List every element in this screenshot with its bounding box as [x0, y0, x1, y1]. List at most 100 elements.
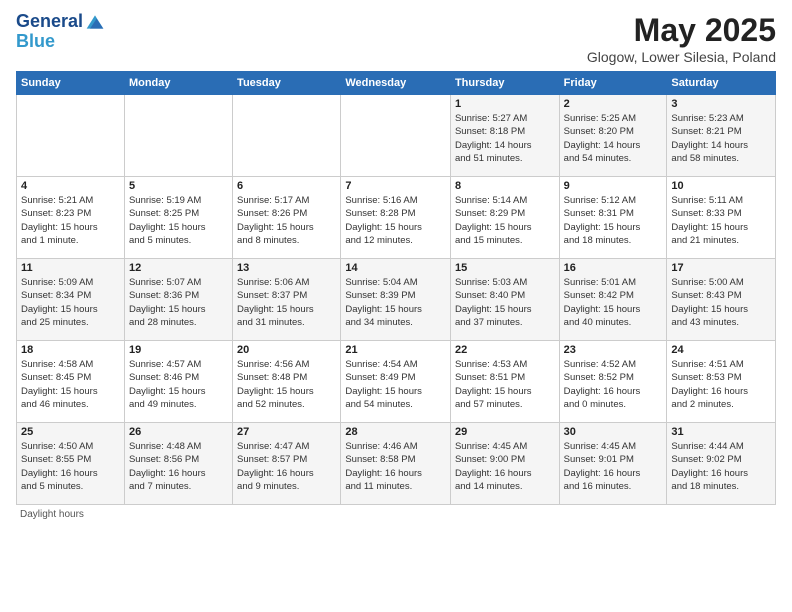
day-number: 19 [129, 344, 228, 356]
day-info: Sunrise: 5:04 AMSunset: 8:39 PMDaylight:… [345, 276, 446, 329]
day-cell [233, 95, 341, 177]
day-number: 2 [564, 98, 663, 110]
day-number: 18 [21, 344, 120, 356]
day-info: Sunrise: 5:07 AMSunset: 8:36 PMDaylight:… [129, 276, 228, 329]
week-row-4: 18Sunrise: 4:58 AMSunset: 8:45 PMDayligh… [17, 341, 776, 423]
day-cell: 2 Sunrise: 5:25 AMSunset: 8:20 PMDaylight… [559, 95, 667, 177]
day-number: 31 [671, 426, 771, 438]
day-cell: 26 Sunrise: 4:48 AMSunset: 8:56 PMDayligh… [124, 423, 232, 505]
logo-blue-text: Blue [16, 32, 105, 52]
day-info: Sunrise: 4:56 AMSunset: 8:48 PMDaylight:… [237, 358, 336, 411]
day-info: Sunrise: 5:21 AMSunset: 8:23 PMDaylight:… [21, 194, 120, 247]
day-cell: 13 Sunrise: 5:06 AMSunset: 8:37 PMDayligh… [233, 259, 341, 341]
day-cell: 16Sunrise: 5:01 AMSunset: 8:42 PMDayligh… [559, 259, 667, 341]
title-block: May 2025 Glogow, Lower Silesia, Poland [587, 12, 776, 65]
day-info: Sunrise: 4:57 AMSunset: 8:46 PMDaylight:… [129, 358, 228, 411]
day-cell: 18Sunrise: 4:58 AMSunset: 8:45 PMDayligh… [17, 341, 125, 423]
day-number: 25 [21, 426, 120, 438]
day-info: Sunrise: 5:12 AMSunset: 8:31 PMDaylight:… [564, 194, 663, 247]
day-cell: 31 Sunrise: 4:44 AMSunset: 9:02 PMDayligh… [667, 423, 776, 505]
calendar-title: May 2025 [587, 12, 776, 49]
day-cell [341, 95, 451, 177]
week-row-3: 11Sunrise: 5:09 AMSunset: 8:34 PMDayligh… [17, 259, 776, 341]
day-info: Sunrise: 4:51 AMSunset: 8:53 PMDaylight:… [671, 358, 771, 411]
day-cell: 21Sunrise: 4:54 AMSunset: 8:49 PMDayligh… [341, 341, 451, 423]
day-info: Sunrise: 5:25 AMSunset: 8:20 PMDaylight:… [564, 112, 663, 165]
day-info: Sunrise: 4:50 AMSunset: 8:55 PMDaylight:… [21, 440, 120, 493]
day-cell: 14Sunrise: 5:04 AMSunset: 8:39 PMDayligh… [341, 259, 451, 341]
day-cell: 30 Sunrise: 4:45 AMSunset: 9:01 PMDayligh… [559, 423, 667, 505]
day-cell: 11Sunrise: 5:09 AMSunset: 8:34 PMDayligh… [17, 259, 125, 341]
col-header-monday: Monday [124, 72, 232, 95]
day-number: 30 [564, 426, 663, 438]
logo: General Blue [16, 12, 105, 52]
day-number: 13 [237, 262, 336, 274]
day-info: Sunrise: 5:11 AMSunset: 8:33 PMDaylight:… [671, 194, 771, 247]
day-info: Sunrise: 5:00 AMSunset: 8:43 PMDaylight:… [671, 276, 771, 329]
day-info: Sunrise: 5:06 AMSunset: 8:37 PMDaylight:… [237, 276, 336, 329]
calendar-header-row: SundayMondayTuesdayWednesdayThursdayFrid… [17, 72, 776, 95]
col-header-sunday: Sunday [17, 72, 125, 95]
day-number: 28 [345, 426, 446, 438]
day-info: Sunrise: 5:09 AMSunset: 8:34 PMDaylight:… [21, 276, 120, 329]
day-number: 12 [129, 262, 228, 274]
day-info: Sunrise: 4:48 AMSunset: 8:56 PMDaylight:… [129, 440, 228, 493]
day-cell: 25 Sunrise: 4:50 AMSunset: 8:55 PMDayligh… [17, 423, 125, 505]
day-cell: 1Sunrise: 5:27 AMSunset: 8:18 PMDaylight… [450, 95, 559, 177]
day-cell: 7 Sunrise: 5:16 AMSunset: 8:28 PMDaylight… [341, 177, 451, 259]
day-cell: 24 Sunrise: 4:51 AMSunset: 8:53 PMDayligh… [667, 341, 776, 423]
day-number: 16 [564, 262, 663, 274]
day-info: Sunrise: 4:45 AMSunset: 9:01 PMDaylight:… [564, 440, 663, 493]
day-number: 7 [345, 180, 446, 192]
day-cell: 9Sunrise: 5:12 AMSunset: 8:31 PMDaylight… [559, 177, 667, 259]
day-number: 8 [455, 180, 555, 192]
calendar-subtitle: Glogow, Lower Silesia, Poland [587, 49, 776, 65]
day-number: 5 [129, 180, 228, 192]
week-row-1: 1Sunrise: 5:27 AMSunset: 8:18 PMDaylight… [17, 95, 776, 177]
day-number: 22 [455, 344, 555, 356]
day-number: 4 [21, 180, 120, 192]
footer-text: Daylight hours [20, 509, 84, 520]
footer-daylight: Daylight hours [16, 509, 776, 520]
day-info: Sunrise: 5:17 AMSunset: 8:26 PMDaylight:… [237, 194, 336, 247]
day-cell: 19 Sunrise: 4:57 AMSunset: 8:46 PMDayligh… [124, 341, 232, 423]
day-info: Sunrise: 4:46 AMSunset: 8:58 PMDaylight:… [345, 440, 446, 493]
day-cell [17, 95, 125, 177]
day-number: 15 [455, 262, 555, 274]
day-info: Sunrise: 4:44 AMSunset: 9:02 PMDaylight:… [671, 440, 771, 493]
day-cell: 29Sunrise: 4:45 AMSunset: 9:00 PMDayligh… [450, 423, 559, 505]
day-info: Sunrise: 5:16 AMSunset: 8:28 PMDaylight:… [345, 194, 446, 247]
day-number: 24 [671, 344, 771, 356]
logo-icon [85, 12, 105, 32]
day-cell: 6 Sunrise: 5:17 AMSunset: 8:26 PMDaylight… [233, 177, 341, 259]
day-info: Sunrise: 4:53 AMSunset: 8:51 PMDaylight:… [455, 358, 555, 411]
day-cell: 4 Sunrise: 5:21 AMSunset: 8:23 PMDaylight… [17, 177, 125, 259]
day-cell: 3Sunrise: 5:23 AMSunset: 8:21 PMDaylight… [667, 95, 776, 177]
day-cell: 5 Sunrise: 5:19 AMSunset: 8:25 PMDaylight… [124, 177, 232, 259]
day-cell: 10Sunrise: 5:11 AMSunset: 8:33 PMDayligh… [667, 177, 776, 259]
day-info: Sunrise: 4:47 AMSunset: 8:57 PMDaylight:… [237, 440, 336, 493]
day-cell [124, 95, 232, 177]
day-cell: 23 Sunrise: 4:52 AMSunset: 8:52 PMDayligh… [559, 341, 667, 423]
col-header-thursday: Thursday [450, 72, 559, 95]
day-info: Sunrise: 5:19 AMSunset: 8:25 PMDaylight:… [129, 194, 228, 247]
calendar-table: SundayMondayTuesdayWednesdayThursdayFrid… [16, 71, 776, 505]
day-number: 23 [564, 344, 663, 356]
day-cell: 20 Sunrise: 4:56 AMSunset: 8:48 PMDayligh… [233, 341, 341, 423]
day-number: 20 [237, 344, 336, 356]
day-cell: 12 Sunrise: 5:07 AMSunset: 8:36 PMDayligh… [124, 259, 232, 341]
day-number: 26 [129, 426, 228, 438]
col-header-saturday: Saturday [667, 72, 776, 95]
week-row-2: 4 Sunrise: 5:21 AMSunset: 8:23 PMDaylight… [17, 177, 776, 259]
header: General Blue May 2025 Glogow, Lower Sile… [16, 12, 776, 65]
day-cell: 15Sunrise: 5:03 AMSunset: 8:40 PMDayligh… [450, 259, 559, 341]
day-info: Sunrise: 5:14 AMSunset: 8:29 PMDaylight:… [455, 194, 555, 247]
day-info: Sunrise: 5:23 AMSunset: 8:21 PMDaylight:… [671, 112, 771, 165]
day-cell: 27 Sunrise: 4:47 AMSunset: 8:57 PMDayligh… [233, 423, 341, 505]
logo-text: General [16, 12, 83, 32]
col-header-friday: Friday [559, 72, 667, 95]
day-info: Sunrise: 4:54 AMSunset: 8:49 PMDaylight:… [345, 358, 446, 411]
day-number: 6 [237, 180, 336, 192]
day-info: Sunrise: 4:52 AMSunset: 8:52 PMDaylight:… [564, 358, 663, 411]
day-number: 27 [237, 426, 336, 438]
